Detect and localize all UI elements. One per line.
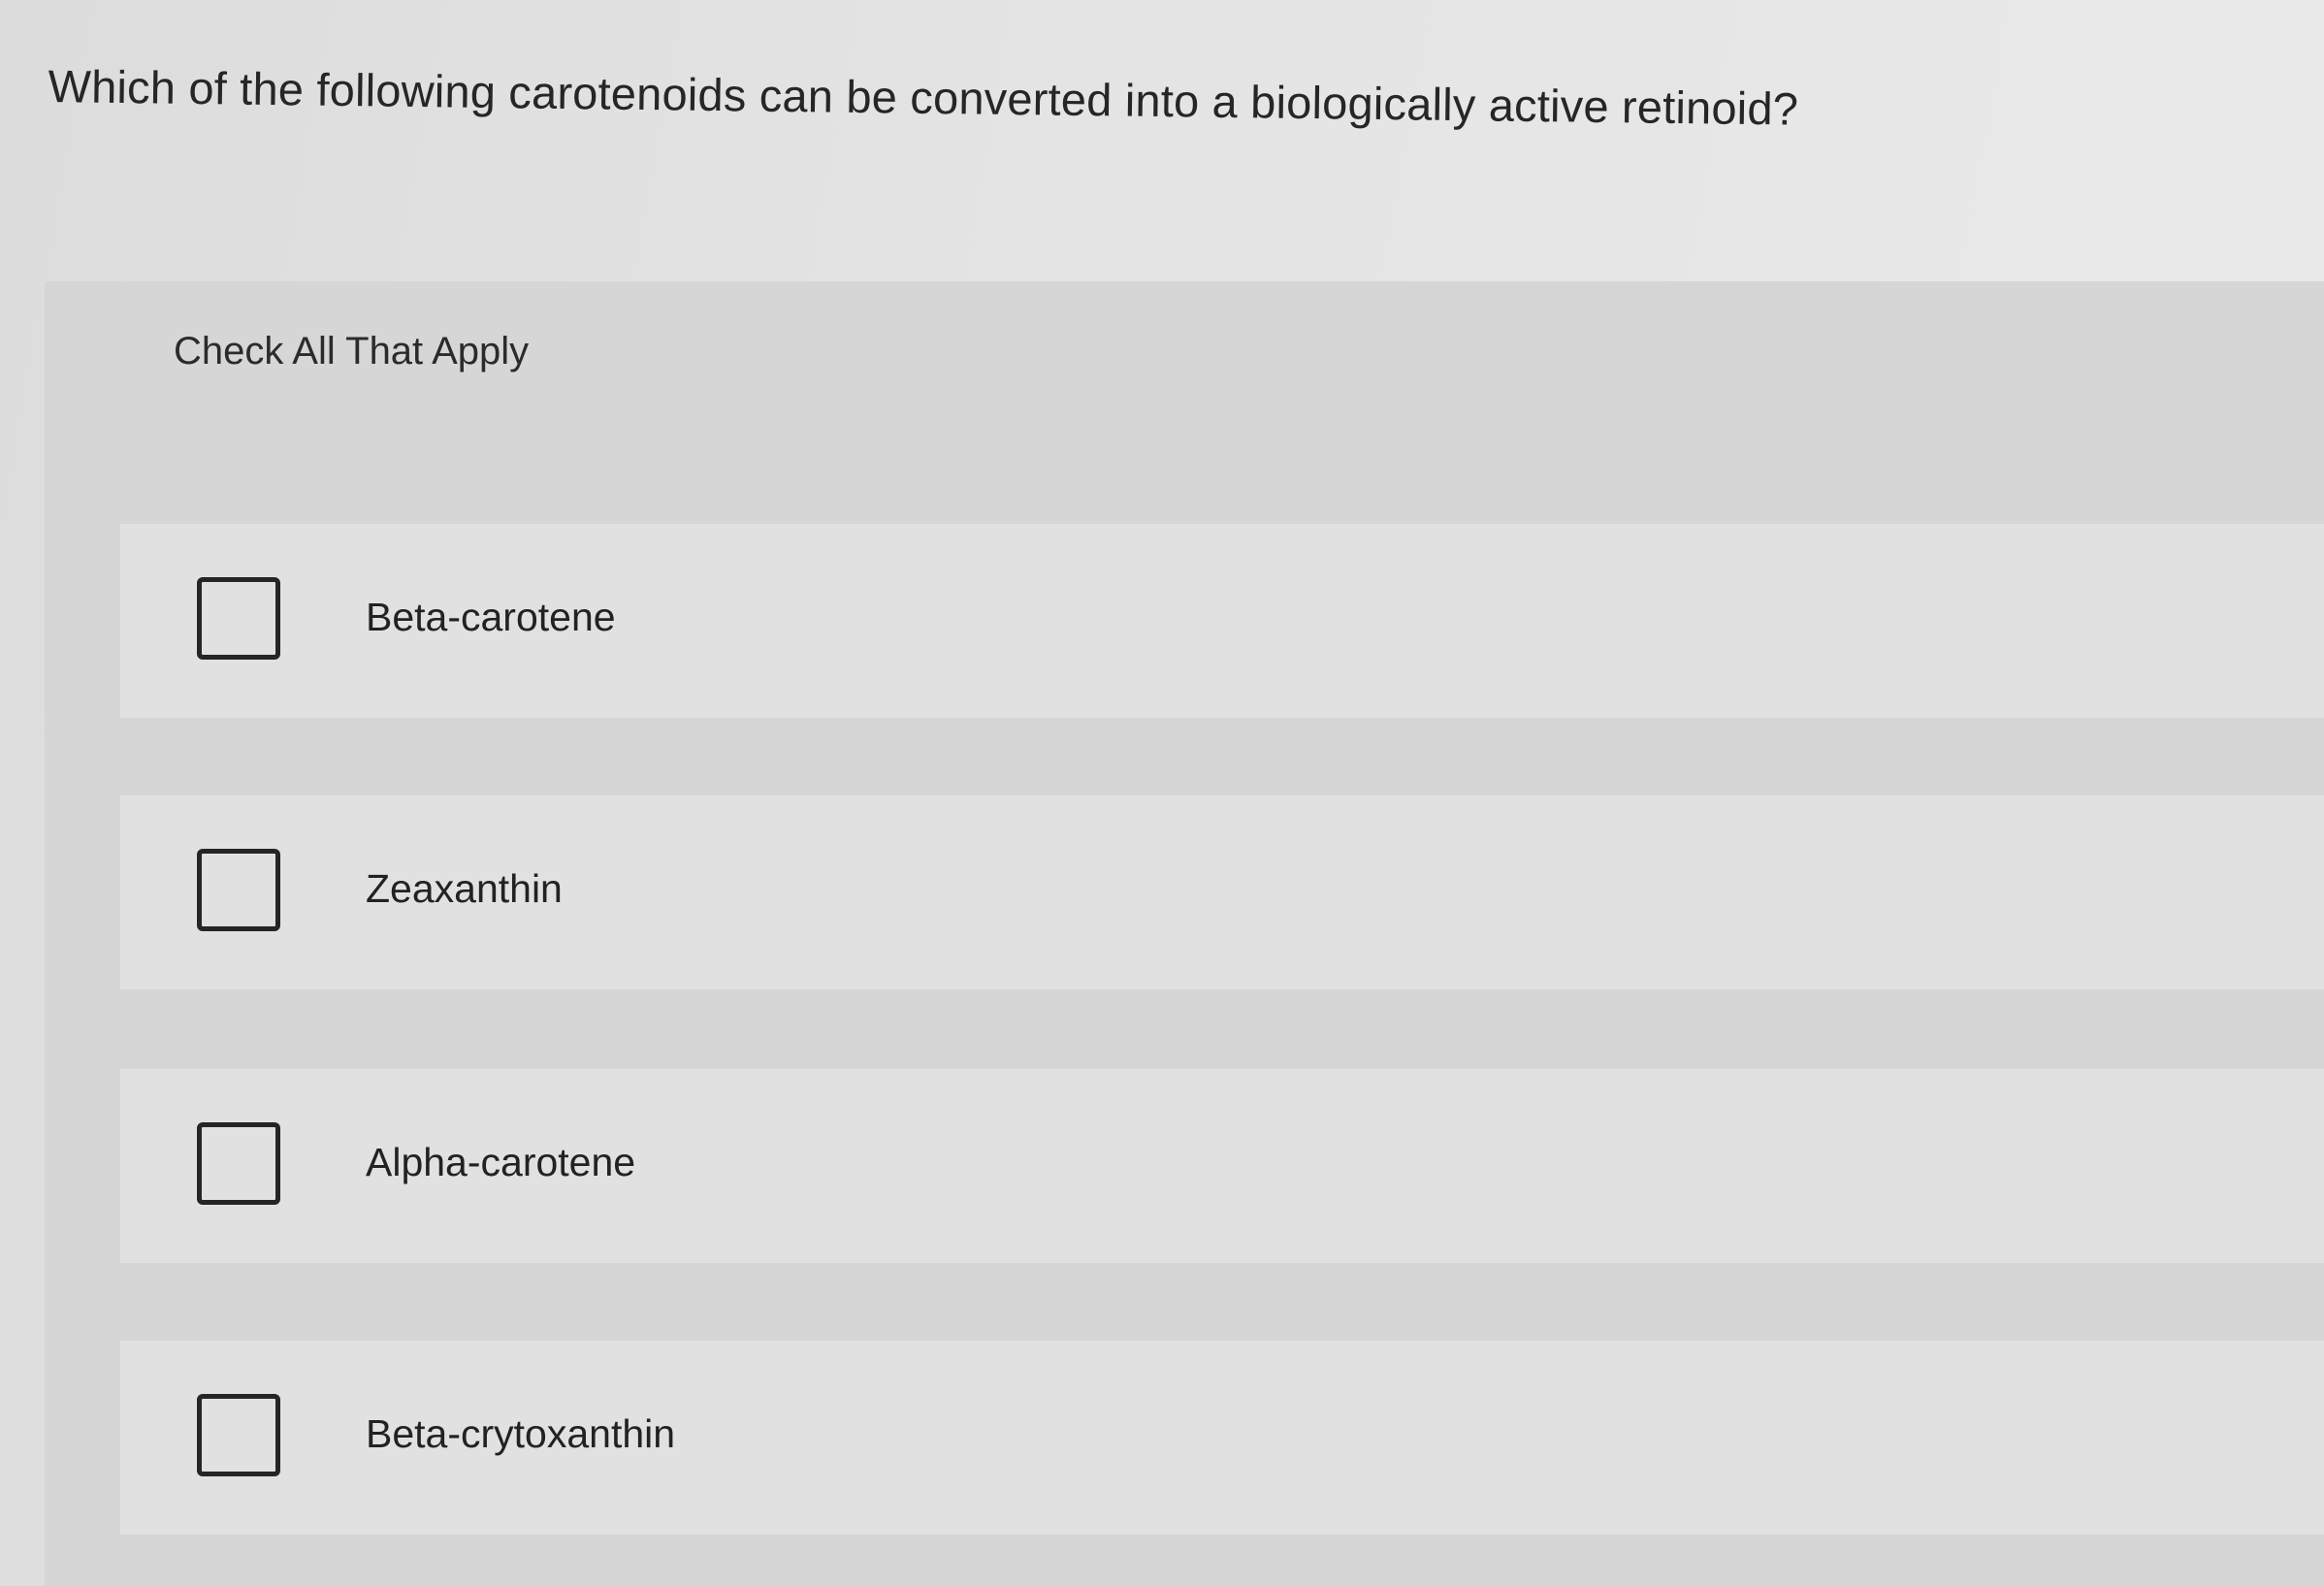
question-text: Which of the following carotenoids can b…	[48, 59, 1799, 135]
option-label: Beta-carotene	[366, 595, 616, 639]
option-beta-crytoxanthin[interactable]: Beta-crytoxanthin	[120, 1341, 2324, 1535]
option-label: Beta-crytoxanthin	[366, 1411, 676, 1456]
option-beta-carotene[interactable]: Beta-carotene	[120, 524, 2324, 718]
option-zeaxanthin[interactable]: Zeaxanthin	[120, 795, 2324, 989]
checkbox-beta-carotene[interactable]	[197, 577, 280, 660]
checkbox-beta-crytoxanthin[interactable]	[197, 1394, 280, 1476]
option-label: Zeaxanthin	[366, 866, 563, 911]
answer-panel: Check All That Apply Beta-carotene Zeaxa…	[45, 281, 2324, 1586]
instruction-text: Check All That Apply	[174, 330, 530, 372]
checkbox-alpha-carotene[interactable]	[197, 1122, 280, 1205]
checkbox-zeaxanthin[interactable]	[197, 849, 280, 931]
option-label: Alpha-carotene	[366, 1140, 636, 1184]
option-alpha-carotene[interactable]: Alpha-carotene	[120, 1069, 2324, 1263]
